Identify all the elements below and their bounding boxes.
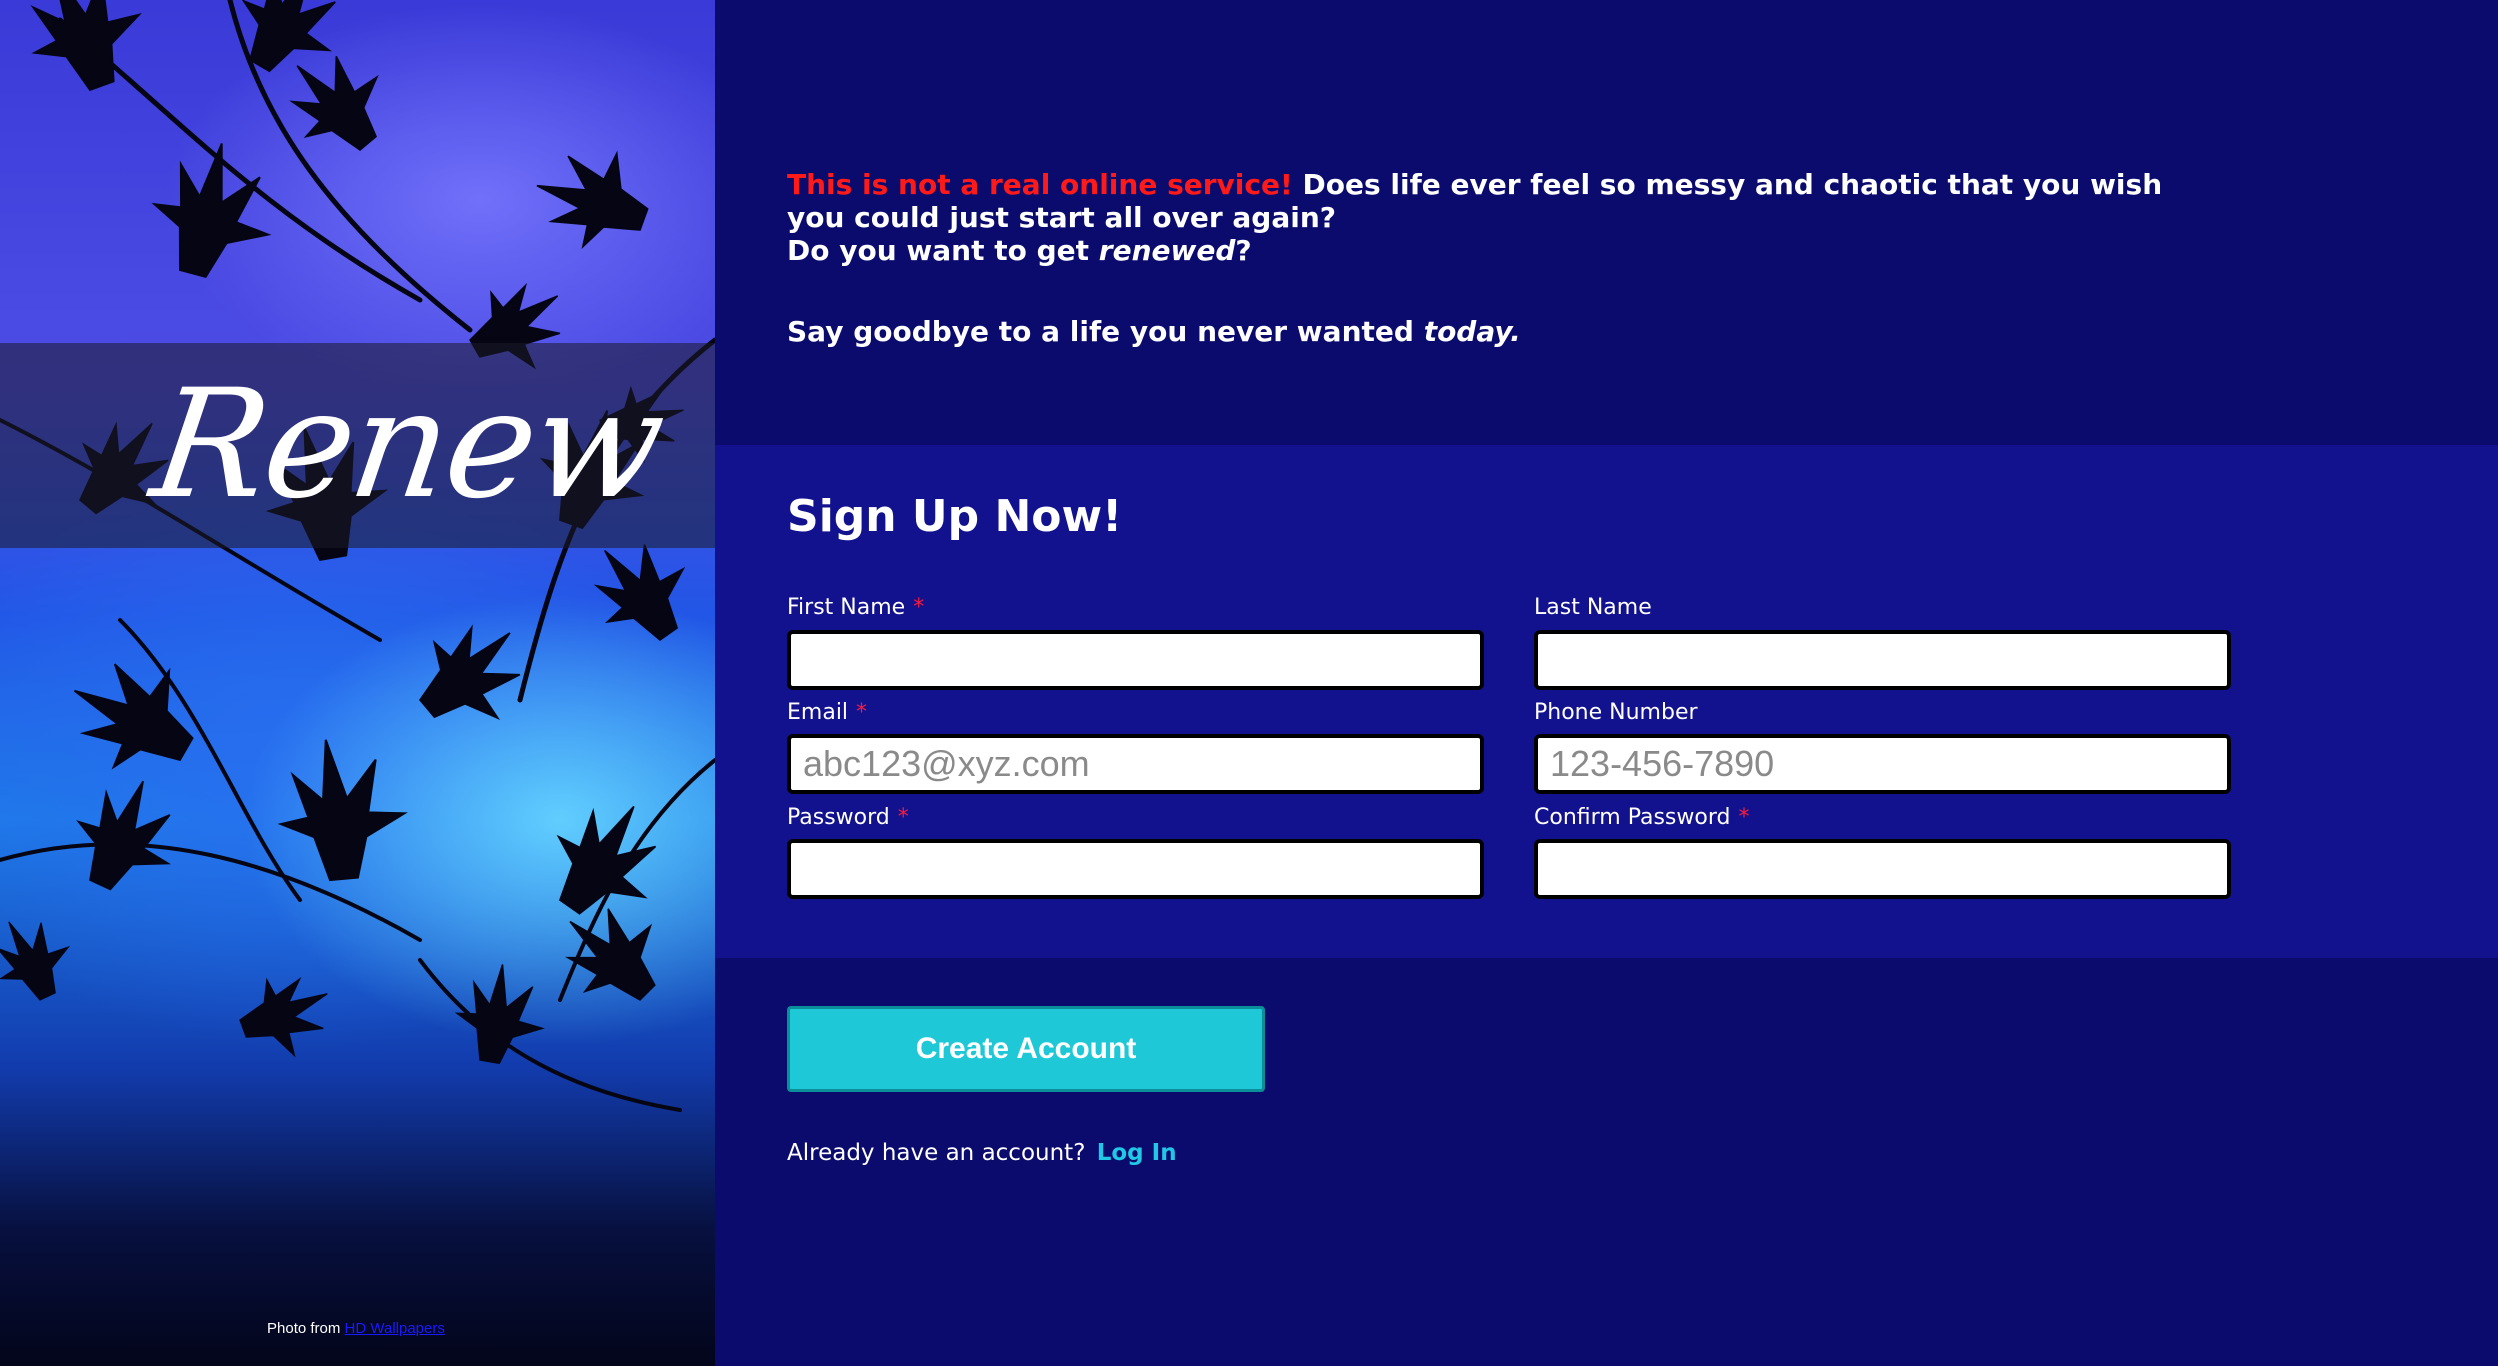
intro-emphasis: renewed: [1098, 234, 1236, 267]
required-marker: *: [856, 700, 868, 725]
tagline: Say goodbye to a life you never wanted t…: [787, 315, 1521, 349]
intro-section: This is not a real online service! Does …: [715, 0, 2498, 445]
hero-photo-panel: Renew Photo from HD Wallpapers: [0, 0, 715, 1366]
intro-text: This is not a real online service! Does …: [787, 168, 2187, 267]
confirm-password-label: Confirm Password *: [1534, 805, 1750, 830]
last-name-label: Last Name: [1534, 595, 1652, 620]
required-marker: *: [897, 805, 909, 830]
signup-form: Sign Up Now! First Name * Last Name Email…: [715, 445, 2498, 958]
required-marker: *: [1738, 805, 1750, 830]
password-label: Password *: [787, 805, 909, 830]
first-name-input[interactable]: [787, 630, 1484, 690]
intro-line2-prefix: Do you want to get: [787, 234, 1090, 267]
phone-input[interactable]: [1534, 734, 2231, 794]
photo-credit-link[interactable]: HD Wallpapers: [345, 1320, 445, 1337]
brand-logo: Renew: [142, 358, 673, 532]
maple-leaves-silhouette: [0, 0, 715, 1112]
password-input[interactable]: [787, 839, 1484, 899]
last-name-input[interactable]: [1534, 630, 2231, 690]
form-title: Sign Up Now!: [787, 491, 1123, 542]
create-account-button[interactable]: Create Account: [787, 1006, 1265, 1092]
login-link[interactable]: Log In: [1097, 1140, 1177, 1166]
photo-credit-text: Photo from: [267, 1320, 341, 1337]
confirm-password-input[interactable]: [1534, 839, 2231, 899]
required-marker: *: [913, 595, 925, 620]
email-label: Email *: [787, 700, 868, 725]
tagline-emphasis: today.: [1423, 315, 1521, 348]
first-name-label: First Name *: [787, 595, 925, 620]
login-prompt: Already have an account?: [787, 1140, 1086, 1166]
login-prompt-line: Already have an account? Log In: [787, 1140, 1177, 1166]
intro-line2-suffix: ?: [1235, 234, 1252, 267]
tagline-text: Say goodbye to a life you never wanted: [787, 315, 1414, 348]
photo-credit: Photo from HD Wallpapers: [267, 1320, 445, 1337]
email-input[interactable]: [787, 734, 1484, 794]
phone-label: Phone Number: [1534, 700, 1698, 725]
disclaimer-warning: This is not a real online service!: [787, 168, 1293, 201]
